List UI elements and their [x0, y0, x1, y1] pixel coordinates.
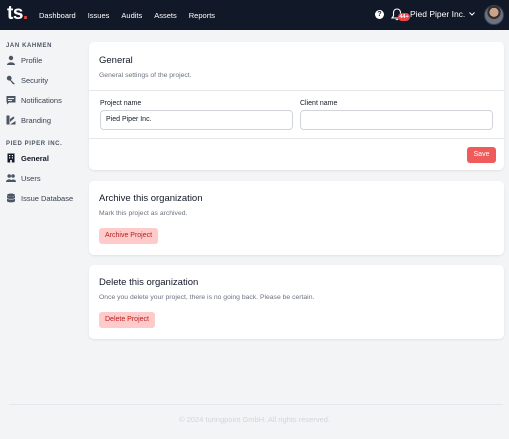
sidebar-item-label: General	[21, 153, 49, 163]
general-description: General settings of the project.	[99, 72, 192, 79]
delete-title: Delete this organization	[99, 277, 199, 288]
project-name-input[interactable]: Pied Piper Inc.	[100, 110, 293, 130]
general-card: General General settings of the project.…	[89, 42, 504, 170]
sidebar-item-issue-database[interactable]: Issue Database	[6, 191, 84, 205]
branding-icon	[6, 115, 16, 125]
help-icon[interactable]: ?	[375, 10, 384, 19]
delete-description: Once you delete your project, there is n…	[99, 294, 315, 301]
nav-issues[interactable]: Issues	[88, 11, 110, 20]
logo[interactable]: ts.	[7, 4, 28, 24]
logo-text: ts	[7, 3, 23, 24]
org-section-title: PIED PIPER INC.	[6, 141, 63, 147]
sidebar-item-users[interactable]: Users	[6, 171, 84, 185]
main-nav: Dashboard Issues Audits Assets Reports	[39, 0, 215, 30]
sidebar-item-label: Users	[21, 173, 41, 183]
logo-dot: .	[22, 3, 28, 24]
nav-audits[interactable]: Audits	[121, 11, 142, 20]
nav-reports[interactable]: Reports	[189, 11, 215, 20]
archive-card: Archive this organization Mark this proj…	[89, 181, 504, 255]
sidebar-item-label: Branding	[21, 115, 52, 125]
project-name-label: Project name	[100, 100, 142, 107]
nav-assets[interactable]: Assets	[154, 11, 177, 20]
database-icon	[6, 193, 16, 203]
sidebar-item-notifications[interactable]: Notifications	[6, 93, 84, 107]
footer-copyright: © 2024 turingpoint GmbH. All rights rese…	[178, 415, 330, 424]
users-icon	[6, 174, 16, 182]
divider	[89, 90, 504, 91]
user-icon	[7, 55, 15, 65]
notification-badge: 44+	[398, 13, 410, 21]
divider	[89, 138, 504, 139]
sidebar-item-label: Issue Database	[21, 193, 74, 203]
client-name-input[interactable]	[300, 110, 493, 130]
archive-project-button[interactable]: Archive Project	[99, 228, 159, 244]
avatar[interactable]	[484, 5, 504, 25]
sidebar-item-profile[interactable]: Profile	[6, 53, 84, 67]
general-title: General	[99, 55, 133, 66]
sidebar-item-security[interactable]: Security	[6, 73, 84, 87]
building-icon	[7, 153, 15, 163]
delete-card: Delete this organization Once you delete…	[89, 265, 504, 339]
user-section-title: JAN KAHMEN	[6, 43, 53, 49]
client-name-label: Client name	[300, 100, 338, 107]
nav-dashboard[interactable]: Dashboard	[39, 11, 76, 20]
sidebar-item-label: Security	[21, 75, 49, 85]
sidebar-item-branding[interactable]: Branding	[6, 113, 84, 127]
sidebar-item-label: Profile	[21, 55, 43, 65]
sidebar-item-label: Notifications	[21, 95, 62, 105]
sidebar-item-general[interactable]: General	[6, 151, 84, 165]
footer-divider	[9, 404, 503, 405]
top-navbar: ts. Dashboard Issues Audits Assets Repor…	[0, 0, 509, 30]
key-icon	[6, 75, 15, 85]
org-switcher[interactable]: Pied Piper Inc.	[410, 9, 465, 19]
chevron-down-icon[interactable]	[468, 10, 476, 18]
delete-project-button[interactable]: Delete Project	[99, 312, 155, 328]
archive-title: Archive this organization	[99, 193, 203, 204]
archive-description: Mark this project as archived.	[99, 210, 188, 217]
message-icon	[6, 96, 16, 105]
save-button[interactable]: Save	[467, 147, 496, 163]
